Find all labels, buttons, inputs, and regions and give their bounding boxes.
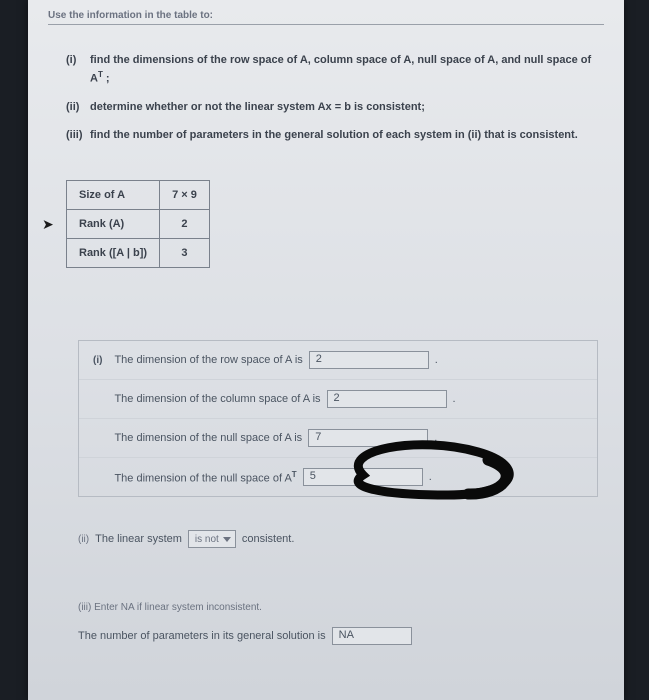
null-space-text: The dimension of the null space of A is [114,432,302,444]
table-row: Size of A 7 × 9 [67,181,210,210]
table-value: 2 [160,210,210,239]
table-label: Rank ([A | b]) [67,239,160,268]
table-label: Rank (A) [67,210,160,239]
part-ii-label: (ii) [78,534,89,545]
period: . [453,393,456,405]
question-i: (i) find the dimensions of the row space… [66,52,606,87]
question-i-text: find the dimensions of the row space of … [90,52,606,87]
question-iii-label: (iii) [66,129,90,141]
question-ii-label: (ii) [66,101,90,113]
null-space-t-body: The dimension of the null space of A [114,472,291,484]
period: . [435,354,438,366]
cursor-icon: ➤ [42,216,54,233]
period: . [429,471,432,483]
parameters-text: The number of parameters in its general … [78,630,326,642]
answers-i-label: (i) [93,355,102,366]
worksheet-page: Use the information in the table to: (i)… [28,0,624,700]
row-space-text: The dimension of the row space of A is [114,354,302,366]
question-list: (i) find the dimensions of the row space… [66,52,606,156]
answers-part-iii: (iii) Enter NA if linear system inconsis… [78,602,598,645]
answer-row-nullspace: (i) The dimension of the null space of A… [79,419,597,458]
part-iii-hint: Enter NA if linear system inconsistent. [94,602,262,613]
table-label: Size of A [67,181,160,210]
null-space-t-sup: T [292,470,297,479]
question-ii: (ii) determine whether or not the linear… [66,99,606,116]
answer-row-nullspace-t: (i) The dimension of the null space of A… [79,458,597,496]
table-value: 3 [160,239,210,268]
header-instruction: Use the information in the table to: [48,10,213,21]
table-value: 7 × 9 [160,181,210,210]
period: . [434,432,437,444]
linear-system-text-a: The linear system [95,533,182,545]
linear-system-text-b: consistent. [242,533,295,545]
question-ii-text: determine whether or not the linear syst… [90,99,425,116]
chevron-down-icon [223,537,231,542]
parameters-input[interactable]: NA [332,627,412,645]
answers-part-i: (i) The dimension of the row space of A … [78,340,598,497]
question-i-body: find the dimensions of the row space of … [90,54,591,84]
table-row: Rank ([A | b]) 3 [67,239,210,268]
given-table: Size of A 7 × 9 Rank (A) 2 Rank ([A | b]… [66,180,210,268]
answer-row-colspace: (i) The dimension of the column space of… [79,380,597,419]
answers-part-ii: (ii) The linear system is not consistent… [78,530,598,548]
col-space-input[interactable]: 2 [327,390,447,408]
question-i-label: (i) [66,54,90,66]
question-iii-text: find the number of parameters in the gen… [90,127,578,144]
null-space-t-text: The dimension of the null space of AT [114,470,296,485]
dropdown-value: is not [195,534,219,545]
question-i-end: ; [103,72,110,84]
question-iii: (iii) find the number of parameters in t… [66,127,606,144]
null-space-input[interactable]: 7 [308,429,428,447]
null-space-t-input[interactable]: 5 [303,468,423,486]
part-iii-label: (iii) [78,602,91,613]
header-rule [48,24,604,25]
row-space-input[interactable]: 2 [309,351,429,369]
table-row: Rank (A) 2 [67,210,210,239]
col-space-text: The dimension of the column space of A i… [114,393,320,405]
consistency-dropdown[interactable]: is not [188,530,236,548]
answer-row-rowspace: (i) The dimension of the row space of A … [79,341,597,380]
